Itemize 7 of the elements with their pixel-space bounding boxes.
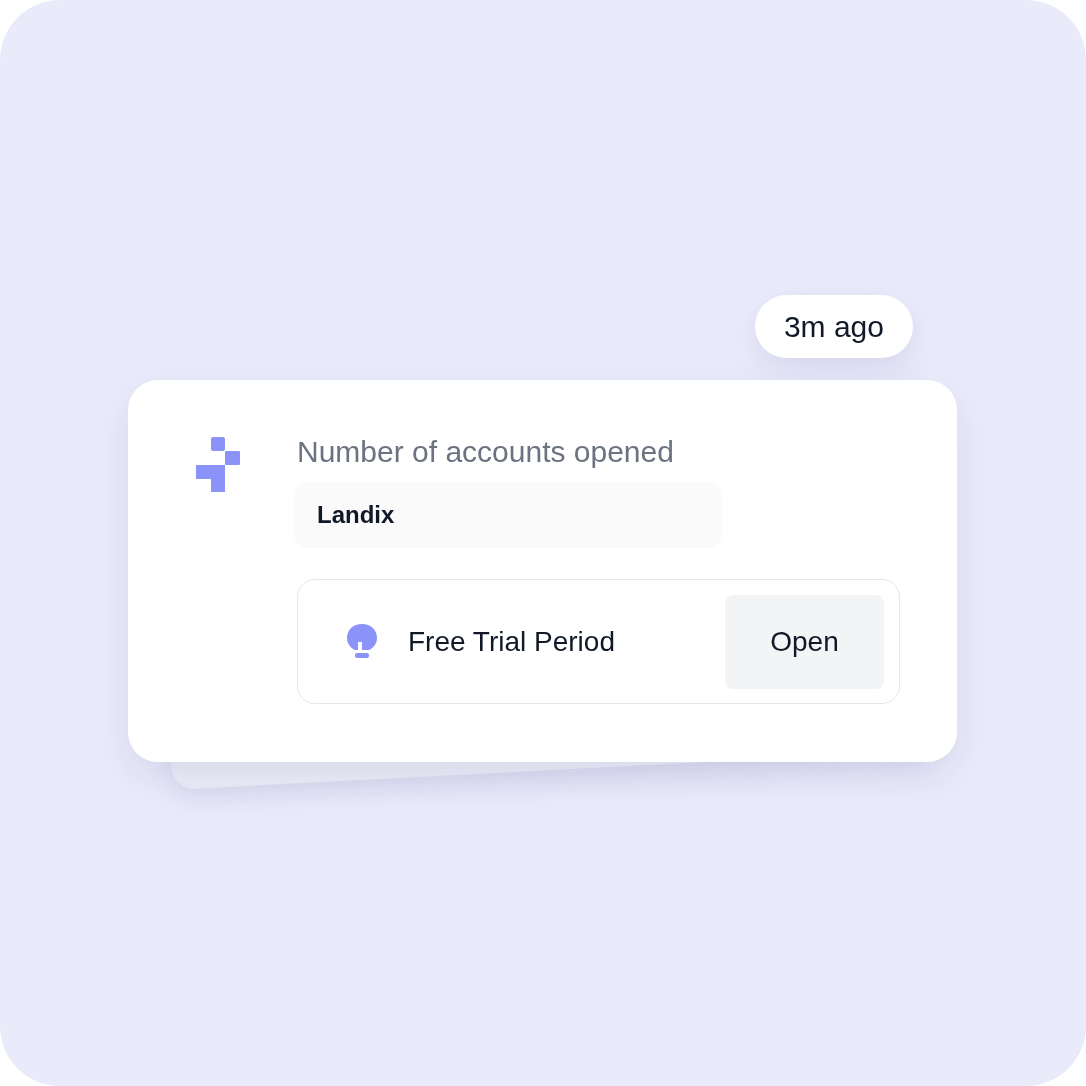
card-title: Number of accounts opened: [297, 434, 675, 470]
time-badge: 3m ago: [754, 295, 913, 358]
trial-label: Free Trial Period: [408, 624, 615, 659]
open-button[interactable]: Open: [725, 594, 884, 689]
lightbulb-icon: [346, 623, 378, 660]
logo-icon: [196, 437, 240, 492]
name-field[interactable]: Landix: [294, 482, 722, 548]
